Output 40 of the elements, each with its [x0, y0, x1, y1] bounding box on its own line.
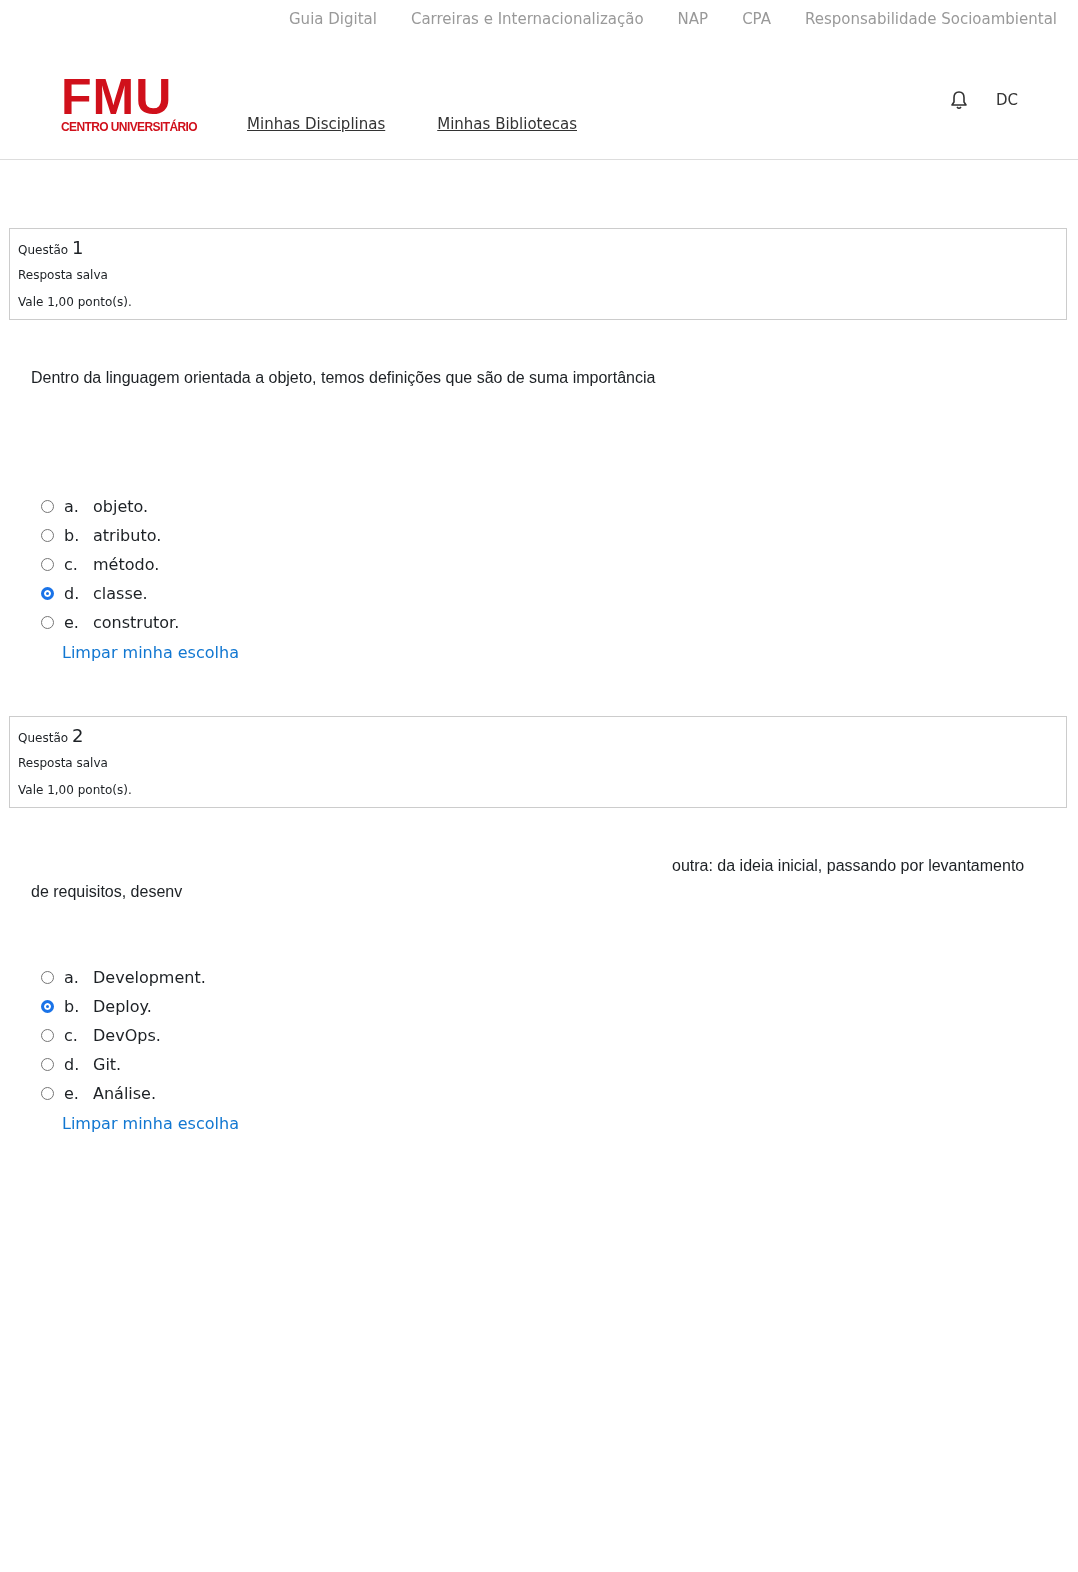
radio-button[interactable] — [41, 1000, 54, 1013]
option-text[interactable]: construtor. — [93, 613, 180, 632]
logo-title: FMU — [61, 75, 173, 118]
option-letter: e. — [64, 1084, 80, 1103]
user-initials[interactable]: DC — [995, 91, 1018, 109]
option-letter: d. — [64, 584, 81, 603]
option-text[interactable]: atributo. — [93, 526, 162, 545]
option-letter: a. — [64, 497, 80, 516]
question-number: Questão 1 — [18, 237, 85, 258]
question-text: outra: da ideia inicial, passando por levantamento — [671, 856, 1026, 876]
option-letter: b. — [64, 526, 81, 545]
option-text[interactable]: Development. — [93, 968, 206, 987]
option-letter: c. — [64, 1026, 79, 1045]
bell-icon[interactable] — [949, 90, 968, 110]
option-text[interactable]: Git. — [93, 1055, 122, 1074]
radio-button[interactable] — [41, 587, 54, 600]
option-letter: c. — [64, 555, 79, 574]
nav-link[interactable]: Minhas Bibliotecas — [437, 115, 577, 133]
option-text[interactable]: Análise. — [93, 1084, 157, 1103]
option-text[interactable]: Deploy. — [93, 997, 152, 1016]
option-text[interactable]: método. — [93, 555, 160, 574]
option-text[interactable]: classe. — [93, 584, 148, 603]
logo[interactable]: FMU CENTRO UNIVERSITÁRIO — [61, 75, 197, 133]
question-points: Vale 1,00 ponto(s). — [18, 783, 133, 797]
option-letter: e. — [64, 613, 80, 632]
question-text: de requisitos, desenv — [31, 882, 184, 902]
logo-subtitle: CENTRO UNIVERSITÁRIO — [61, 121, 197, 133]
question-points: Vale 1,00 ponto(s). — [18, 295, 133, 309]
option-text[interactable]: objeto. — [93, 497, 149, 516]
nav-link[interactable]: Minhas Disciplinas — [247, 115, 386, 133]
clear-choice-link[interactable]: Limpar minha escolha — [62, 643, 239, 662]
question-status: Resposta salva — [18, 756, 109, 770]
option-letter: a. — [64, 968, 80, 987]
clear-choice-link[interactable]: Limpar minha escolha — [62, 1114, 239, 1133]
question-status: Resposta salva — [18, 268, 109, 282]
option-letter: d. — [64, 1055, 81, 1074]
option-letter: b. — [64, 997, 81, 1016]
option-text[interactable]: DevOps. — [93, 1026, 161, 1045]
question-number: Questão 2 — [18, 725, 85, 746]
question-text: Dentro da linguagem orientada a objeto, temos definições que são de suma importância — [31, 368, 657, 388]
